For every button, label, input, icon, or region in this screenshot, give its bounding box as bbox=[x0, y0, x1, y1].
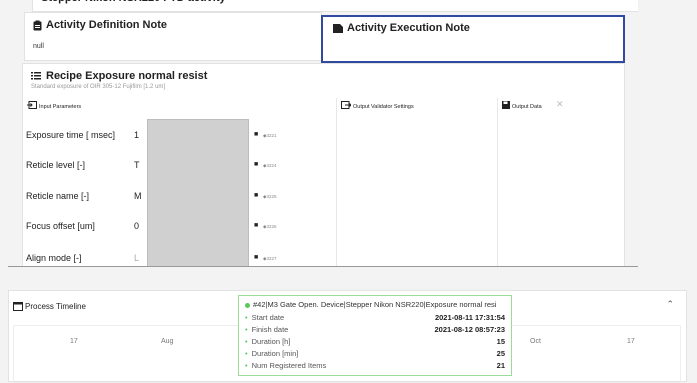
definition-note-value: null bbox=[33, 43, 44, 50]
tooltip-value: 25 bbox=[496, 349, 505, 358]
tooltip-row: • Duration [h] 15 bbox=[245, 337, 505, 346]
recipe-subtitle: Standard exposure of OIR 305-12 Fujifilm… bbox=[31, 84, 166, 90]
save-icon[interactable]: ■ bbox=[254, 222, 258, 229]
save-icon[interactable]: ■ bbox=[254, 192, 258, 199]
param-value[interactable]: T bbox=[134, 160, 140, 170]
output-data-label: Output Data bbox=[512, 104, 542, 110]
validator-settings-label: Output Validator Settings bbox=[353, 104, 414, 110]
param-ref: ◆3227 bbox=[263, 256, 277, 261]
activity-panel: Stepper Nikon NSR220 FTD activity Activi… bbox=[8, 0, 638, 267]
input-icon bbox=[27, 101, 37, 109]
param-label: Focus offset [um] bbox=[26, 221, 95, 231]
tooltip-row: • Duration [min] 25 bbox=[245, 349, 505, 358]
axis-label: Oct bbox=[530, 338, 541, 345]
timeline-title: Process Timeline bbox=[25, 301, 86, 311]
param-ref: ◆3226 bbox=[263, 224, 277, 229]
param-label: Align mode [-] bbox=[26, 253, 82, 263]
save-icon[interactable]: ■ bbox=[254, 254, 258, 261]
execution-note-title: Activity Execution Note bbox=[347, 22, 470, 34]
status-dot-icon bbox=[245, 302, 250, 308]
param-label: Exposure time [ msec] bbox=[26, 130, 116, 140]
save-icon bbox=[502, 101, 510, 109]
tooltip-label: Duration [min] bbox=[251, 349, 299, 358]
param-ref: ◆3225 bbox=[263, 194, 277, 199]
tooltip-value: 21 bbox=[496, 361, 505, 370]
param-label: Reticle level [-] bbox=[26, 160, 86, 170]
param-value[interactable]: 0 bbox=[134, 221, 139, 231]
definition-note-card: Activity Definition Note null bbox=[24, 12, 322, 61]
execution-note-card[interactable]: Activity Execution Note bbox=[321, 15, 625, 63]
tooltip-row: • Finish date 2021-08-12 08:57:23 bbox=[245, 325, 505, 334]
timeline-tooltip: #42|M3 Gate Open. Device|Stepper Nikon N… bbox=[238, 295, 512, 376]
axis-label: 17 bbox=[70, 338, 78, 345]
tooltip-label: Num Registered Items bbox=[251, 361, 327, 370]
collapse-chevron-icon[interactable]: ⌃ bbox=[666, 299, 674, 310]
tooltip-row: • Start date 2021-08-11 17:31:54 bbox=[245, 313, 505, 322]
tooltip-value: 15 bbox=[496, 337, 505, 346]
tooltip-row: • Num Registered Items 21 bbox=[245, 361, 505, 370]
tooltip-label: Duration [h] bbox=[251, 337, 291, 346]
save-icon[interactable]: ■ bbox=[254, 131, 258, 138]
input-params-label: Input Parameters bbox=[39, 104, 82, 110]
calendar-icon bbox=[13, 301, 23, 311]
recipe-card: Recipe Exposure normal resist Standard e… bbox=[22, 63, 625, 266]
definition-note-title: Activity Definition Note bbox=[46, 19, 168, 31]
axis-label: Aug bbox=[161, 338, 174, 345]
tooltip-value: 2021-08-12 08:57:23 bbox=[434, 325, 505, 334]
save-icon[interactable]: ■ bbox=[254, 161, 258, 168]
param-value[interactable]: L bbox=[134, 253, 139, 263]
column-divider bbox=[336, 98, 337, 266]
tooltip-label: Finish date bbox=[251, 325, 289, 334]
recipe-title: Recipe Exposure normal resist bbox=[46, 70, 208, 82]
param-ref: ◆3221 bbox=[263, 133, 277, 138]
param-ref: ◆3224 bbox=[263, 163, 277, 168]
note-icon bbox=[333, 23, 343, 33]
output-icon bbox=[341, 101, 351, 109]
close-icon[interactable]: ✕ bbox=[556, 99, 564, 110]
param-label: Reticle name [-] bbox=[26, 191, 90, 201]
axis-label: 17 bbox=[627, 338, 635, 345]
param-value[interactable]: 1 bbox=[134, 130, 139, 140]
tooltip-value: 2021-08-11 17:31:54 bbox=[434, 313, 505, 322]
tooltip-title: #42|M3 Gate Open. Device|Stepper Nikon N… bbox=[253, 300, 497, 309]
redaction-overlay bbox=[147, 119, 249, 266]
tooltip-label: Start date bbox=[251, 313, 285, 322]
activity-title: Stepper Nikon NSR220 FTD activity bbox=[32, 0, 638, 12]
column-divider bbox=[497, 98, 498, 266]
clipboard-icon bbox=[33, 20, 42, 31]
param-value[interactable]: M bbox=[134, 191, 142, 201]
list-icon bbox=[31, 72, 41, 80]
